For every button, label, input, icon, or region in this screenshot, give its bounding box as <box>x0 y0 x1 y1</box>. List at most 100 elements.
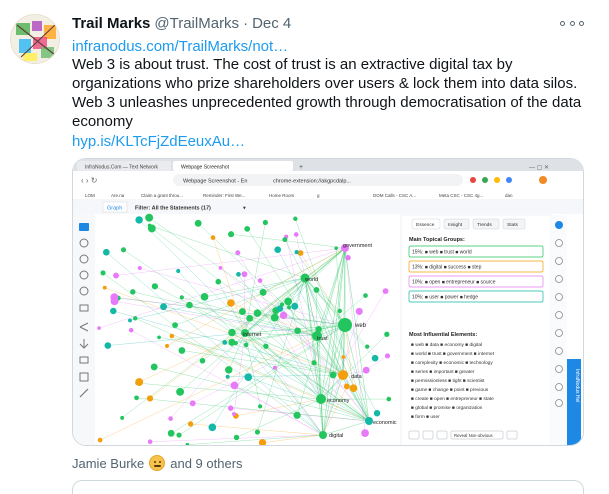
graph-node[interactable] <box>253 309 262 317</box>
bookmark-item[interactable]: Home Room <box>269 193 295 198</box>
graph-node[interactable] <box>293 232 299 237</box>
graph-node[interactable] <box>319 431 327 439</box>
graph-node[interactable] <box>365 417 373 425</box>
extension-icon[interactable] <box>506 177 512 183</box>
graph-node[interactable] <box>189 400 196 407</box>
graph-node[interactable] <box>200 292 209 301</box>
graph-node[interactable] <box>176 432 182 438</box>
graph-node[interactable] <box>228 231 235 238</box>
graph-node[interactable] <box>228 328 236 337</box>
graph-node[interactable] <box>120 247 127 253</box>
graph-node[interactable] <box>147 223 152 228</box>
graph-node[interactable] <box>284 297 293 306</box>
tweet-date[interactable]: Dec 4 <box>252 15 291 32</box>
graph-node[interactable] <box>294 327 301 335</box>
graph-node[interactable] <box>222 340 228 345</box>
graph-node[interactable] <box>169 333 175 339</box>
profile-icon[interactable] <box>539 176 547 184</box>
graph-node[interactable] <box>133 316 138 321</box>
graph-node[interactable] <box>384 353 391 359</box>
graph-node[interactable] <box>263 343 269 349</box>
graph-node[interactable] <box>349 384 358 393</box>
graph-node[interactable] <box>355 307 363 315</box>
graph-node[interactable] <box>334 246 338 250</box>
graph-node[interactable] <box>235 250 241 256</box>
graph-node[interactable] <box>246 314 254 322</box>
window-controls[interactable]: — ▢ ✕ <box>529 165 549 171</box>
graph-node[interactable] <box>135 216 143 224</box>
tweet-link-infranodus[interactable]: infranodus.com/TrailMarks/not… <box>72 38 288 55</box>
graph-node[interactable] <box>100 270 106 276</box>
node-label[interactable]: economic <box>373 420 397 426</box>
graph-node[interactable] <box>167 429 175 437</box>
new-tab-icon[interactable]: + <box>299 164 303 171</box>
avatar[interactable] <box>10 14 60 64</box>
bookmark-item[interactable]: DOM Calls - CSC A... <box>373 193 416 198</box>
graph-node[interactable] <box>345 254 351 261</box>
node-label[interactable]: government <box>343 243 373 249</box>
graph-node[interactable] <box>236 271 241 277</box>
graph-node[interactable] <box>243 342 249 348</box>
bookmark-item[interactable]: Reminder: First We... <box>203 193 245 198</box>
graph-node[interactable] <box>145 213 154 222</box>
arrow-button[interactable] <box>408 430 420 440</box>
tweet-link-hypothesis[interactable]: hyp.is/KLTcFjZdEeuxAu… <box>72 133 245 150</box>
graph-node[interactable] <box>128 318 132 323</box>
extension-icon[interactable] <box>470 177 476 183</box>
graph-node[interactable] <box>150 363 158 371</box>
graph-node[interactable] <box>157 335 161 340</box>
graph-node[interactable] <box>164 343 170 349</box>
graph-node[interactable] <box>113 272 120 279</box>
graph-node[interactable] <box>146 395 154 402</box>
graph-node[interactable] <box>102 285 107 290</box>
graph-node[interactable] <box>258 439 267 446</box>
graph-node[interactable] <box>228 338 236 346</box>
graph-node[interactable] <box>361 429 369 438</box>
graph-node[interactable] <box>231 411 236 416</box>
graph-node[interactable] <box>241 271 248 278</box>
bookmark-item[interactable]: Are.na <box>111 193 125 198</box>
graph-node[interactable] <box>274 246 282 254</box>
graph-node[interactable] <box>279 311 288 320</box>
graph-node[interactable] <box>259 288 267 296</box>
graph-node[interactable] <box>343 383 350 390</box>
node-label[interactable]: world <box>304 277 318 283</box>
graph-node[interactable] <box>208 423 217 432</box>
graph-node[interactable] <box>365 344 370 349</box>
chat-icon[interactable] <box>555 221 563 229</box>
graph-node[interactable] <box>218 266 223 270</box>
likers-others[interactable]: and 9 others <box>170 456 242 471</box>
graph-node[interactable] <box>210 235 216 240</box>
node-label[interactable]: trust <box>317 336 328 342</box>
graph-node[interactable] <box>104 342 112 349</box>
graph-node[interactable] <box>386 396 392 402</box>
graph-node[interactable] <box>258 404 263 409</box>
node-label[interactable]: web <box>354 323 367 329</box>
filter-label[interactable]: Filter: All the Statements (17) <box>135 206 211 212</box>
graph-node[interactable] <box>294 249 299 255</box>
graph-node[interactable] <box>362 366 370 374</box>
graph-node[interactable] <box>130 289 136 295</box>
graph-node[interactable] <box>230 381 239 390</box>
graph-node[interactable] <box>176 387 185 396</box>
graph-node[interactable] <box>371 354 379 362</box>
graph-node[interactable] <box>186 301 193 309</box>
graph-node[interactable] <box>227 299 235 307</box>
graph-node[interactable] <box>311 360 317 366</box>
graph-node[interactable] <box>225 374 230 379</box>
graph-node[interactable] <box>151 283 159 290</box>
graph-node[interactable] <box>287 305 292 310</box>
bookmark-item[interactable]: Claim a grant throu... <box>141 193 183 198</box>
likers-row[interactable]: Jamie Burke and 9 others <box>72 455 243 471</box>
graph-node[interactable] <box>128 327 134 333</box>
graph-node[interactable] <box>147 439 153 445</box>
graph-node[interactable] <box>329 371 337 379</box>
graph-node[interactable] <box>187 421 194 427</box>
bookmark-item[interactable]: LOM <box>85 193 95 198</box>
graph-node[interactable] <box>102 248 110 256</box>
graph-node[interactable] <box>120 415 125 420</box>
graph-node[interactable] <box>135 378 144 386</box>
graph-node[interactable] <box>194 219 202 227</box>
graph-node[interactable] <box>262 219 268 226</box>
graph-node[interactable] <box>382 288 389 294</box>
